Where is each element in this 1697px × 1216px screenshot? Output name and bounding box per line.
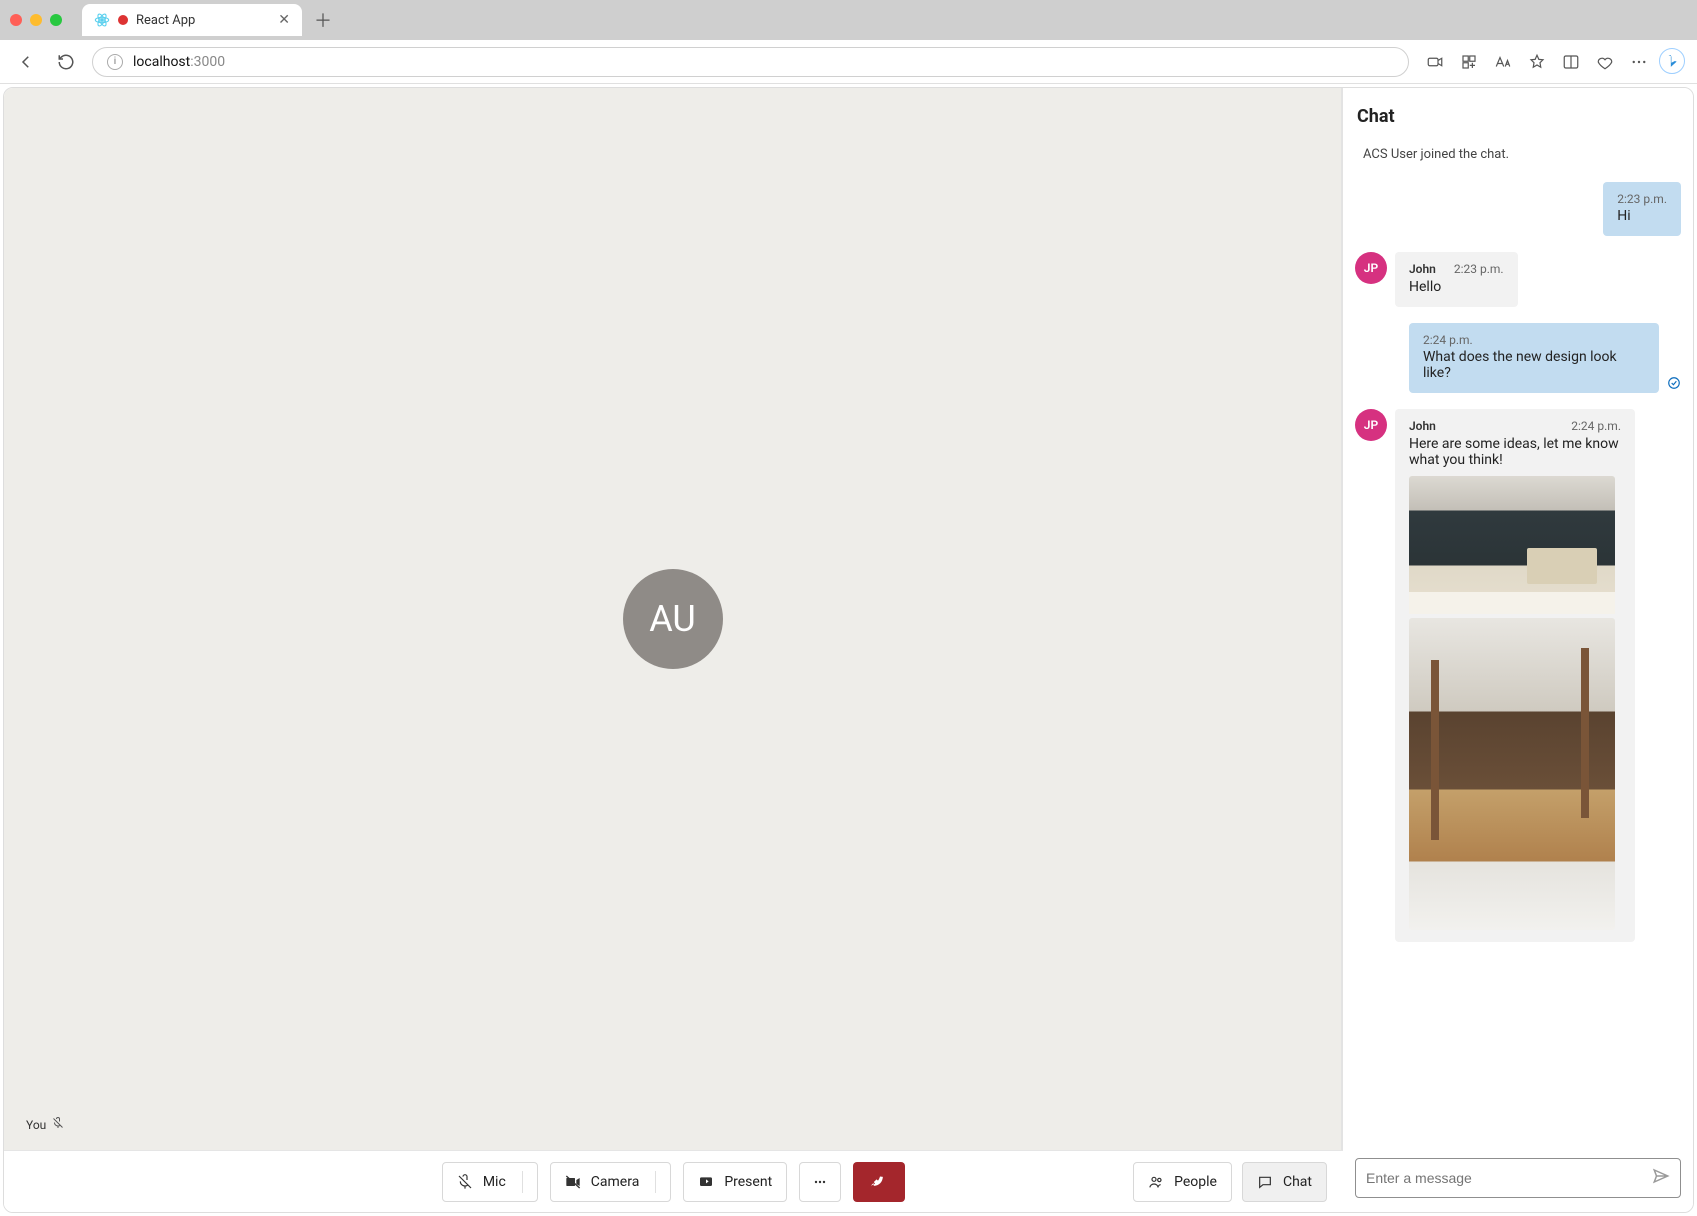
present-icon (698, 1174, 714, 1190)
message-time: 2:24 p.m. (1571, 419, 1621, 433)
message-text: Hello (1409, 279, 1441, 295)
recording-indicator-icon (118, 15, 128, 25)
refresh-button[interactable] (52, 48, 80, 76)
message-text: What does the new design look like? (1423, 349, 1617, 381)
message-row: JP John 2:24 p.m. Here are some ideas, l… (1355, 409, 1681, 942)
system-message: ACS User joined the chat. (1355, 143, 1681, 166)
react-favicon-icon (94, 12, 110, 28)
self-video-label: You (26, 1117, 64, 1132)
mic-off-icon (457, 1174, 473, 1190)
divider (522, 1171, 523, 1193)
present-label: Present (724, 1174, 772, 1190)
hangup-button[interactable] (853, 1162, 905, 1202)
close-window-button[interactable] (10, 14, 22, 26)
more-icon (812, 1174, 828, 1190)
text-size-icon[interactable] (1489, 48, 1517, 76)
message-bubble-incoming[interactable]: John 2:23 p.m. Hello (1395, 252, 1518, 307)
tab-title: React App (136, 13, 270, 28)
mic-button[interactable]: Mic (442, 1162, 538, 1202)
chat-panel: Chat ACS User joined the chat. 2:23 p.m.… (1343, 88, 1693, 1212)
message-row: JP John 2:23 p.m. Hello (1355, 252, 1681, 307)
extensions-icon[interactable] (1455, 48, 1483, 76)
chat-header: Chat (1343, 88, 1693, 133)
chat-label: Chat (1283, 1174, 1312, 1190)
back-button[interactable] (12, 48, 40, 76)
sender-avatar: JP (1355, 252, 1387, 284)
more-browser-icon[interactable] (1625, 48, 1653, 76)
new-tab-button[interactable]: ＋ (310, 7, 336, 33)
bing-chat-icon[interactable] (1659, 48, 1685, 74)
send-icon (1652, 1167, 1670, 1185)
site-info-icon[interactable]: i (107, 54, 123, 70)
message-time: 2:24 p.m. (1423, 333, 1645, 347)
camera-label: Camera (591, 1174, 640, 1190)
close-tab-button[interactable]: ✕ (278, 12, 290, 28)
window-controls (10, 14, 62, 26)
app-container: AU You Mic Camera Present (3, 87, 1694, 1213)
message-text: Here are some ideas, let me know what yo… (1409, 436, 1619, 468)
attachments (1409, 476, 1621, 930)
message-time: 2:23 p.m. (1454, 262, 1504, 276)
message-row: 2:24 p.m. What does the new design look … (1355, 323, 1681, 393)
browser-tabbar: React App ✕ ＋ (0, 0, 1697, 40)
mic-muted-icon (52, 1117, 64, 1132)
url-port: :3000 (190, 54, 225, 70)
message-row: 2:23 p.m. Hi (1355, 182, 1681, 236)
browser-toolbar: i localhost:3000 (0, 40, 1697, 84)
chat-messages[interactable]: ACS User joined the chat. 2:23 p.m. Hi J… (1343, 133, 1693, 1148)
message-text: Hi (1617, 208, 1630, 224)
maximize-window-button[interactable] (50, 14, 62, 26)
sender-name: John (1409, 262, 1436, 276)
people-label: People (1174, 1174, 1217, 1190)
camera-off-icon (565, 1174, 581, 1190)
people-icon (1148, 1174, 1164, 1190)
browser-right-tools (1421, 48, 1685, 76)
chat-icon (1257, 1174, 1273, 1190)
sender-avatar: JP (1355, 409, 1387, 441)
url-host: localhost (133, 54, 190, 70)
message-bubble-incoming[interactable]: John 2:24 p.m. Here are some ideas, let … (1395, 409, 1635, 942)
favorite-icon[interactable] (1523, 48, 1551, 76)
more-options-button[interactable] (799, 1162, 841, 1202)
attachment-image-kitchen[interactable] (1409, 476, 1615, 614)
message-time: 2:23 p.m. (1617, 192, 1667, 206)
divider (655, 1171, 656, 1193)
attachment-image-livingroom[interactable] (1409, 618, 1615, 930)
video-stage: AU You (4, 88, 1343, 1150)
present-button[interactable]: Present (683, 1162, 787, 1202)
chat-input-container (1355, 1158, 1681, 1198)
chat-button[interactable]: Chat (1242, 1162, 1327, 1202)
message-bubble-outgoing[interactable]: 2:24 p.m. What does the new design look … (1409, 323, 1659, 393)
call-controls-right: People Chat (1133, 1162, 1327, 1202)
remote-participant-avatar: AU (623, 569, 723, 669)
read-receipt-icon (1667, 376, 1681, 393)
video-area: AU You Mic Camera Present (4, 88, 1343, 1212)
send-button[interactable] (1652, 1167, 1670, 1189)
collections-icon[interactable] (1591, 48, 1619, 76)
call-controls: Mic Camera Present People (4, 1150, 1343, 1212)
mic-label: Mic (483, 1174, 506, 1190)
camera-permission-icon[interactable] (1421, 48, 1449, 76)
chat-input[interactable] (1366, 1170, 1644, 1186)
message-bubble-outgoing[interactable]: 2:23 p.m. Hi (1603, 182, 1681, 236)
camera-button[interactable]: Camera (550, 1162, 672, 1202)
avatar-initials: AU (649, 598, 696, 640)
hangup-icon (868, 1171, 890, 1193)
minimize-window-button[interactable] (30, 14, 42, 26)
split-screen-icon[interactable] (1557, 48, 1585, 76)
address-bar[interactable]: i localhost:3000 (92, 47, 1409, 77)
sender-name: John (1409, 419, 1436, 433)
browser-tab[interactable]: React App ✕ (82, 4, 302, 36)
people-button[interactable]: People (1133, 1162, 1232, 1202)
self-name: You (26, 1118, 46, 1132)
